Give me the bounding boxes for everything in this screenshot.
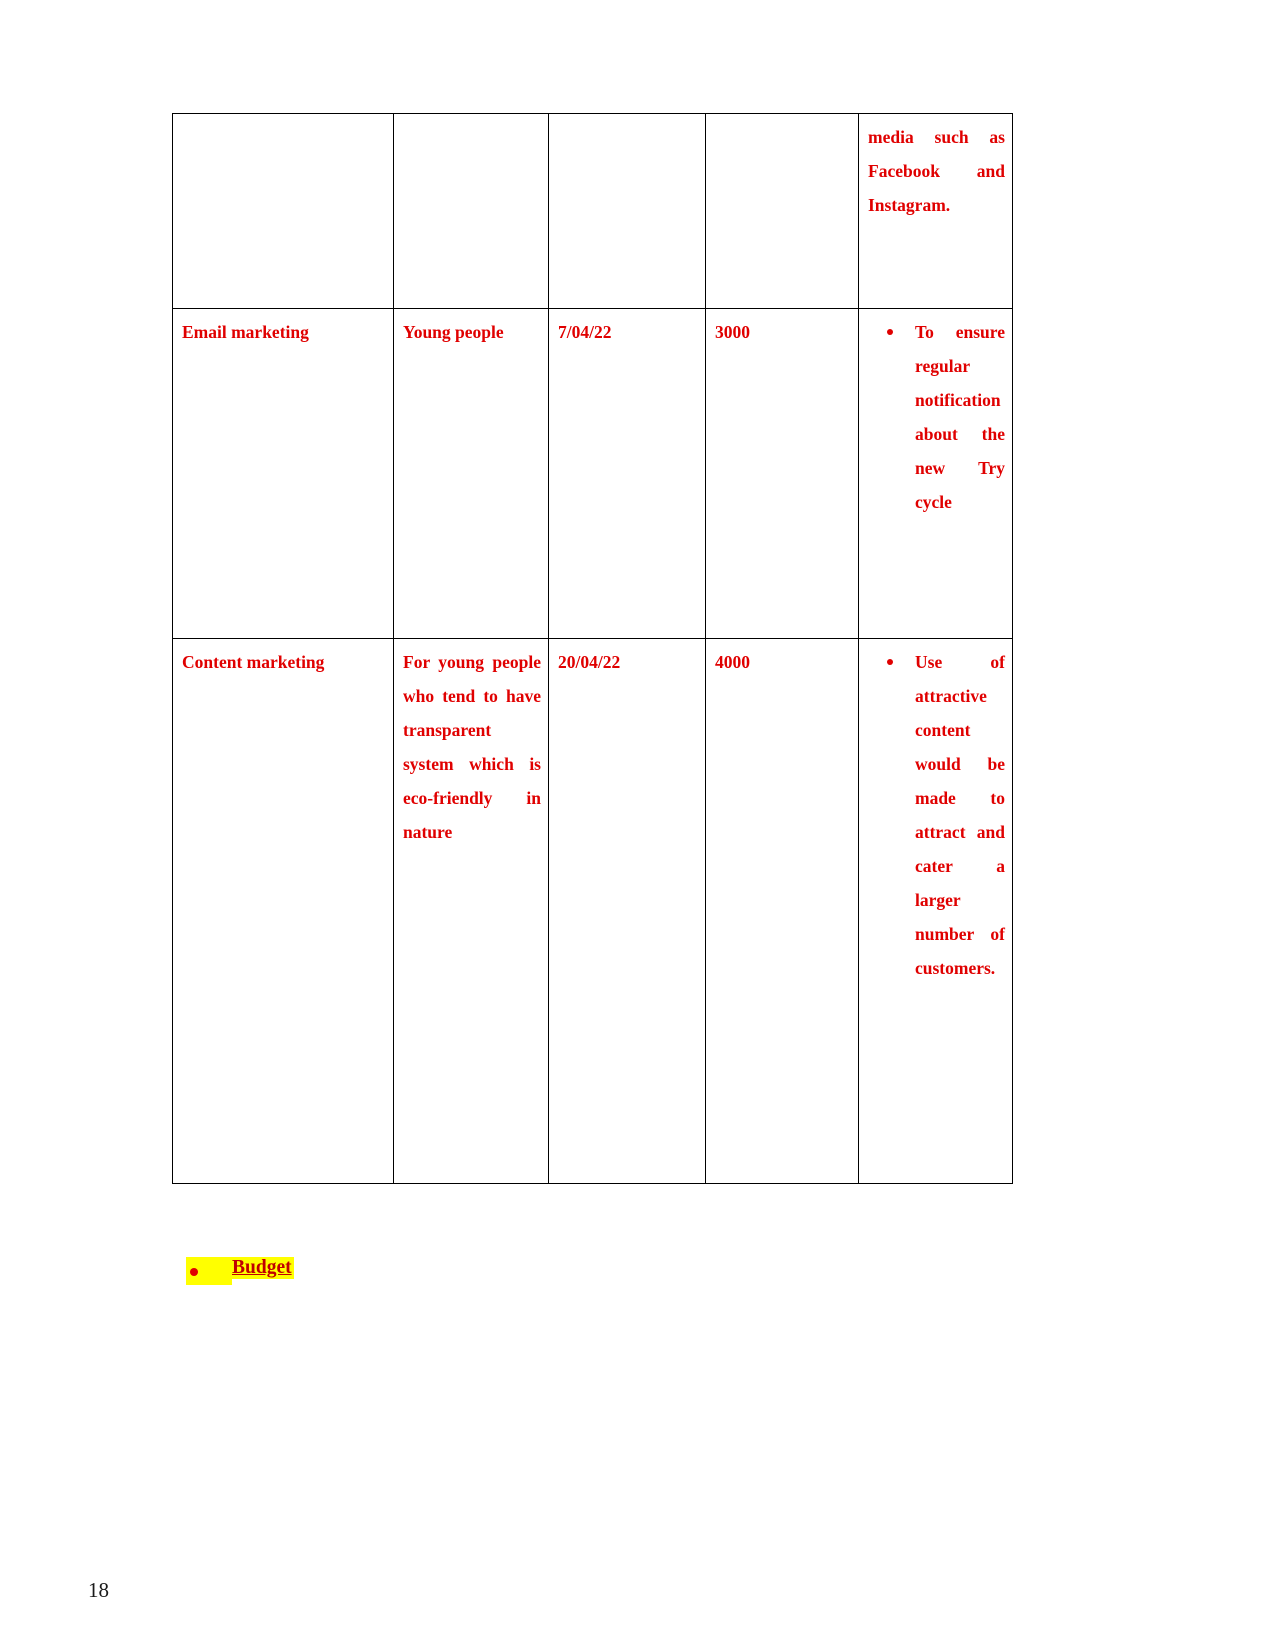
marketing-plan-table: media such as Facebook and Instagram. Em… — [172, 113, 1013, 1184]
cell-audience — [393, 113, 549, 309]
cell-description: To ensure regular notification about the… — [858, 308, 1013, 639]
budget-section: Budget — [186, 1257, 786, 1287]
list-item: Use of attractive content would be made … — [887, 645, 1005, 985]
cell-date: 20/04/22 — [548, 638, 706, 1184]
table-row: Content marketing For young people who t… — [172, 638, 1013, 1184]
bullet-icon — [190, 1268, 198, 1276]
cell-channel: Email marketing — [172, 308, 394, 639]
list-item: To ensure regular notification about the… — [887, 315, 1005, 519]
cell-audience: For young people who tend to have transp… — [393, 638, 549, 1184]
budget-highlight: Budget — [232, 1257, 294, 1279]
cell-channel — [172, 113, 394, 309]
description-bullet-list: To ensure regular notification about the… — [868, 315, 1005, 519]
document-page: media such as Facebook and Instagram. Em… — [0, 0, 1275, 1650]
cell-audience: Young people — [393, 308, 549, 639]
cell-budget: 4000 — [705, 638, 859, 1184]
budget-bullet-line: Budget — [186, 1257, 786, 1287]
cell-description-continued: media such as Facebook and Instagram. — [858, 113, 1013, 309]
cell-description: Use of attractive content would be made … — [858, 638, 1013, 1184]
cell-budget — [705, 113, 859, 309]
table-row: Email marketing Young people 7/04/22 300… — [172, 308, 1013, 639]
cell-date — [548, 113, 706, 309]
page-number: 18 — [88, 1578, 109, 1602]
description-bullet-list: Use of attractive content would be made … — [868, 645, 1005, 985]
budget-heading: Budget — [232, 1257, 292, 1278]
cell-channel: Content marketing — [172, 638, 394, 1184]
cell-date: 7/04/22 — [548, 308, 706, 639]
table-row: media such as Facebook and Instagram. — [172, 113, 1013, 309]
cell-budget: 3000 — [705, 308, 859, 639]
